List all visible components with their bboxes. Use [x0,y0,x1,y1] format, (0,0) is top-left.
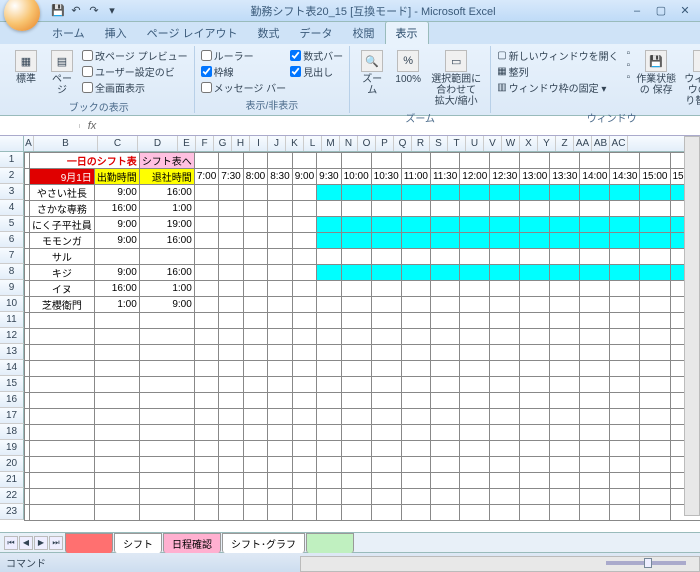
window-title: 勤務シフト表20_15 [互換モード] - Microsoft Excel [120,3,626,19]
tab-formulas[interactable]: 数式 [248,22,290,44]
sheet-tab-bar: ⏮ ◀ ▶ ⏭ シフト 日程確認 シフト･グラフ [0,532,700,552]
customview-checkbox[interactable]: ユーザー設定のビ [82,64,188,79]
tab-insert[interactable]: 挿入 [95,22,137,44]
zoom100-button[interactable]: %100% [392,48,424,87]
formulabar-checkbox[interactable]: 数式バー [290,48,343,63]
zoomselection-button[interactable]: ▭選択範囲に合わせて 拡大/縮小 [428,48,484,109]
tab-data[interactable]: データ [290,22,343,44]
ribbon-tabs: ホーム 挿入 ページ レイアウト 数式 データ 校閲 表示 [0,22,700,44]
ribbon: ▦標準 ▤ページ 改ページ プレビュー ユーザー設定のビ 全画面表示 ブックの表… [0,44,700,116]
saveworkspace-button[interactable]: 💾作業状態の 保存 [634,48,678,98]
tab-nav-prev[interactable]: ◀ [19,536,33,550]
tab-review[interactable]: 校閲 [343,22,385,44]
arrange-button[interactable]: ▦ 整列 [497,64,618,79]
tab-pagelayout[interactable]: ページ レイアウト [137,22,248,44]
worksheet[interactable]: ABCDEFGHIJKLMNOPQRSTUVWXYZAAABAC 1234567… [0,136,700,532]
close-button[interactable]: ✕ [674,3,696,19]
sheet-tab[interactable]: シフト [114,533,162,553]
grid[interactable]: 一日のシフト表シフト表へ9月1日出勤時間退社時間7:007:308:008:30… [24,152,700,532]
titlebar: 💾 ↶ ↷ ▾ 勤務シフト表20_15 [互換モード] - Microsoft … [0,0,700,22]
row-headers[interactable]: 1234567891011121314151617181920212223 [0,152,24,520]
switchwindow-button[interactable]: ▭ウィンドウの 切り替え ▾ [682,48,700,109]
normal-view-button[interactable]: ▦標準 [10,48,42,87]
msgbar-checkbox[interactable]: メッセージ バー [201,80,287,95]
ruler-checkbox[interactable]: ルーラー [201,48,287,63]
pagebreak-checkbox[interactable]: 改ページ プレビュー [82,48,188,63]
tab-nav-next[interactable]: ▶ [34,536,48,550]
redo-icon[interactable]: ↷ [86,3,102,19]
select-all-corner[interactable] [0,136,24,152]
save-icon[interactable]: 💾 [50,3,66,19]
fx-icon[interactable]: fx [80,120,104,132]
undo-icon[interactable]: ↶ [68,3,84,19]
tab-view[interactable]: 表示 [385,21,429,44]
newwindow-button[interactable]: ▢ 新しいウィンドウを開く [497,48,618,63]
gridlines-checkbox[interactable]: 枠線 [201,64,287,79]
sheet-tab[interactable] [306,533,354,553]
status-mode: コマンド [6,555,46,570]
sheet-tab[interactable]: シフト･グラフ [222,533,305,553]
name-box[interactable] [0,124,80,128]
page-view-button[interactable]: ▤ページ [46,48,78,98]
vertical-scrollbar[interactable] [684,136,700,516]
quick-access-toolbar: 💾 ↶ ↷ ▾ [50,3,120,19]
freezepanes-button[interactable]: ▥ ウィンドウ枠の固定 ▾ [497,80,618,95]
zoom-button[interactable]: 🔍ズーム [356,48,388,98]
sheet-tab[interactable]: 日程確認 [163,533,221,553]
column-headers[interactable]: ABCDEFGHIJKLMNOPQRSTUVWXYZAAABAC [24,136,700,152]
sheet-tab[interactable] [65,533,113,553]
tab-nav-first[interactable]: ⏮ [4,536,18,550]
qat-dropdown-icon[interactable]: ▾ [104,3,120,19]
fullscreen-checkbox[interactable]: 全画面表示 [82,80,188,95]
minimize-button[interactable]: – [626,3,648,19]
headings-checkbox[interactable]: 見出し [290,64,343,79]
restore-button[interactable]: ▢ [650,3,672,19]
tab-nav-last[interactable]: ⏭ [49,536,63,550]
tab-home[interactable]: ホーム [42,22,95,44]
